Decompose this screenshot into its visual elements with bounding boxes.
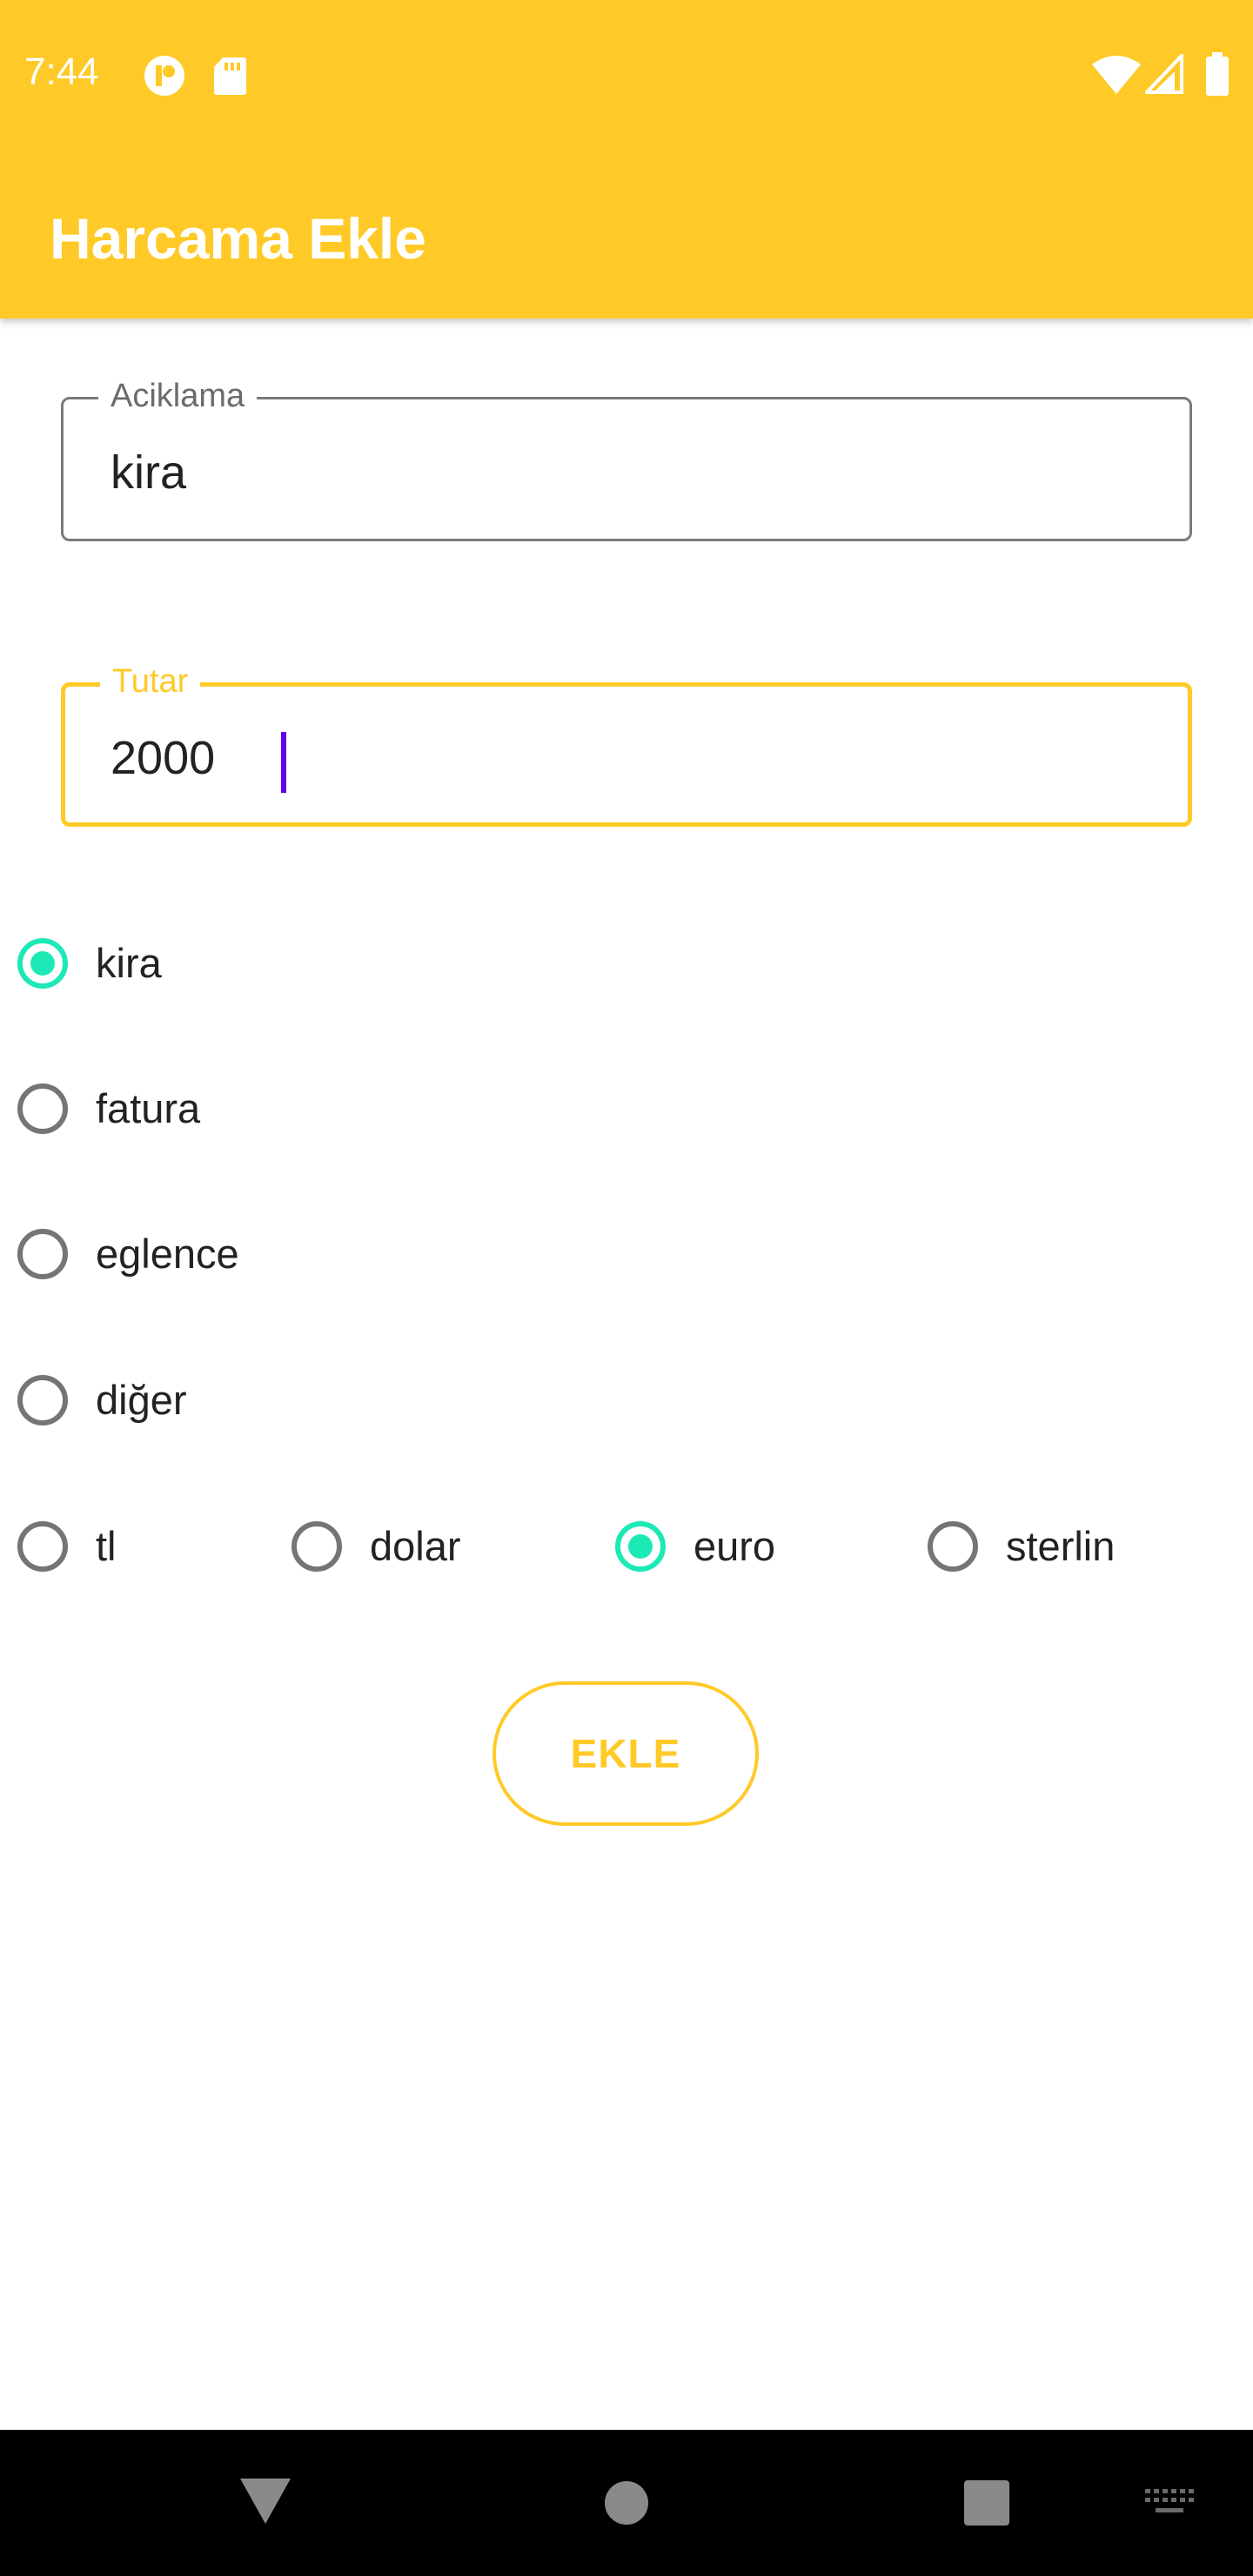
sd-card-icon (214, 57, 246, 95)
radio-unchecked-icon (17, 1229, 68, 1279)
radio-sterlin-label: sterlin (1006, 1523, 1116, 1569)
radio-checked-icon (615, 1521, 666, 1572)
radio-unchecked-icon (291, 1521, 342, 1572)
radio-diger[interactable]: diğer (17, 1365, 187, 1435)
tutar-label: Tutar (100, 661, 201, 702)
radio-euro-label: euro (694, 1523, 776, 1569)
text-cursor (281, 732, 286, 793)
radio-checked-icon (17, 938, 68, 989)
radio-diger-label: diğer (96, 1377, 187, 1423)
notification-app-icon (144, 56, 184, 96)
aciklama-input[interactable] (111, 445, 1137, 500)
page-title: Harcama Ekle (50, 206, 426, 271)
aciklama-label: Aciklama (98, 375, 258, 417)
aciklama-field[interactable]: Aciklama (61, 375, 1192, 541)
radio-dolar-label: dolar (370, 1523, 461, 1569)
radio-unchecked-icon (17, 1521, 68, 1572)
radio-unchecked-icon (17, 1375, 68, 1426)
radio-tl-label: tl (96, 1523, 117, 1569)
home-circle-icon[interactable] (604, 2480, 649, 2526)
radio-tl[interactable]: tl (17, 1512, 117, 1581)
wifi-icon (1092, 56, 1141, 94)
radio-kira[interactable]: kira (17, 929, 162, 998)
tutar-field[interactable]: Tutar (61, 661, 1192, 827)
radio-unchecked-icon (17, 1083, 68, 1134)
app-bar: 7:44 Harcama Ekle (0, 0, 1253, 319)
battery-icon (1206, 52, 1229, 96)
navigation-bar (0, 2430, 1253, 2576)
radio-eglence-label: eglence (96, 1231, 239, 1277)
radio-euro[interactable]: euro (615, 1512, 775, 1581)
radio-sterlin[interactable]: sterlin (928, 1512, 1115, 1581)
status-time: 7:44 (24, 50, 99, 93)
radio-fatura[interactable]: fatura (17, 1074, 200, 1144)
radio-eglence[interactable]: eglence (17, 1219, 239, 1289)
radio-unchecked-icon (928, 1521, 978, 1572)
radio-kira-label: kira (96, 940, 162, 986)
tutar-input[interactable] (111, 730, 1137, 786)
signal-icon (1145, 54, 1183, 94)
radio-dolar[interactable]: dolar (291, 1512, 461, 1581)
ekle-button[interactable]: EKLE (492, 1681, 759, 1826)
back-triangle-icon[interactable] (238, 2477, 292, 2526)
radio-fatura-label: fatura (96, 1085, 201, 1131)
keyboard-icon[interactable] (1143, 2487, 1196, 2519)
recents-square-icon[interactable] (964, 2480, 1009, 2526)
